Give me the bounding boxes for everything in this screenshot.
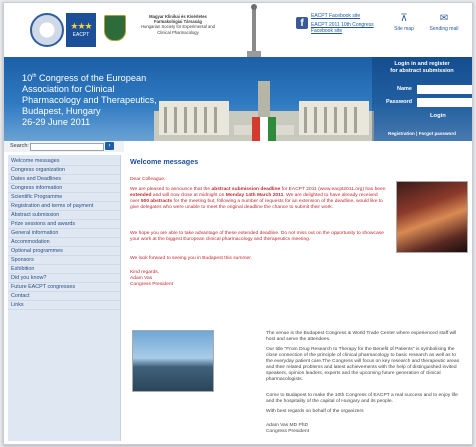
- shield-logo: [104, 15, 126, 41]
- society-logo[interactable]: [30, 13, 64, 47]
- p1-text: for EACPT 2011 (www.eacpt2011.org) has b…: [280, 187, 386, 192]
- sidebar-item-general[interactable]: General information: [8, 229, 120, 238]
- p1-extended: extended: [130, 193, 152, 198]
- p1-text: and will now close at midnight on: [151, 193, 226, 198]
- facebook-link-congress-2[interactable]: Facebook site: [311, 28, 374, 34]
- login-panel: Login in and register for abstract submi…: [372, 57, 472, 141]
- name-label: Name: [397, 86, 412, 92]
- sidebar-item-contact[interactable]: Contact: [8, 292, 120, 301]
- p1-date: Monday 14th March 2011: [225, 193, 284, 198]
- main-content: Welcome messages Dear Colleague, We are …: [126, 155, 469, 441]
- sidebar-item-information[interactable]: Congress information: [8, 184, 120, 193]
- search-input[interactable]: [30, 143, 104, 151]
- invitation-paragraph: Come to Budapest to make the 10th Congre…: [266, 393, 458, 404]
- title-line-5: 26-29 June 2011: [22, 117, 91, 128]
- society-line: Hungarian Society for Experimental and: [140, 24, 216, 30]
- concert-hall-photo: [396, 181, 468, 253]
- sitemap-icon: ⊼: [400, 13, 408, 24]
- sidebar-item-did-you-know[interactable]: Did you know?: [8, 274, 120, 283]
- title-rest: Congress of the European: [36, 73, 147, 84]
- title-paragraph: Our title "From Drug Research to Therapy…: [266, 347, 460, 382]
- heroes-square-image: [154, 81, 374, 141]
- sidebar-list: Welcome messages Congress organization D…: [8, 155, 120, 310]
- eacpt-logo-text: EACPT: [72, 32, 90, 38]
- top-header: ★★★ EACPT Magyar Klinikai és Kísérletes …: [4, 3, 472, 57]
- name-field[interactable]: [417, 85, 472, 94]
- greeting: Dear Colleague,: [130, 177, 166, 182]
- monument-image: [247, 4, 261, 57]
- president-title: Congress President: [266, 429, 309, 434]
- page-title: Welcome messages: [130, 157, 199, 166]
- eacpt-logo[interactable]: ★★★ EACPT: [66, 13, 96, 47]
- search-bar: Search: ›: [4, 141, 124, 152]
- login-button[interactable]: Login: [430, 113, 446, 119]
- sidebar-item-welcome[interactable]: Welcome messages: [8, 157, 120, 166]
- p1-deadline: abstract submission deadline: [211, 187, 281, 192]
- sending-mail-label: Sending mail: [429, 26, 459, 32]
- sidebar-item-prizes[interactable]: Prize sessions and awards: [8, 220, 120, 229]
- signature-line: Congress President: [130, 282, 173, 287]
- chain-bridge-photo: [132, 330, 214, 392]
- login-footer: Registration | Forgot password: [372, 131, 472, 136]
- facebook-links: EACPT Facebook site EACPT 2011 10th Cong…: [311, 13, 374, 34]
- title-line-4: Budapest, Hungary: [22, 106, 101, 117]
- president-signature: Adam Vas MD PhD Congress President: [266, 423, 464, 435]
- sidebar-item-registration[interactable]: Registration and terms of payment: [8, 202, 120, 211]
- regards-line: With best regards on behalf of the organ…: [266, 409, 364, 414]
- search-label: Search:: [10, 143, 29, 149]
- title-line-2: Association for Clinical: [22, 84, 115, 95]
- society-line: Clinical Pharmacology: [157, 29, 199, 35]
- sending-mail-link[interactable]: ✉ Sending mail: [424, 13, 464, 32]
- sidebar-nav: Welcome messages Congress organization D…: [8, 155, 121, 441]
- sidebar-item-links[interactable]: Links: [8, 301, 120, 310]
- forgot-password-link[interactable]: Forgot password: [419, 131, 456, 136]
- login-heading-2: for abstract submission: [390, 67, 454, 74]
- mail-icon: ✉: [439, 13, 449, 24]
- sidebar-item-accommodation[interactable]: Accommodation: [8, 238, 120, 247]
- registration-link[interactable]: Registration: [388, 131, 415, 136]
- society-name: Magyar Klinikai és Kísérletes Farmakológ…: [128, 14, 228, 35]
- facebook-link-eacpt[interactable]: EACPT Facebook site: [311, 13, 374, 19]
- sidebar-item-dates[interactable]: Dates and Deadlines: [8, 175, 120, 184]
- password-label: Password: [386, 99, 412, 105]
- sidebar-item-abstract[interactable]: Abstract submission: [8, 211, 120, 220]
- site-map-label: Site map: [394, 26, 414, 32]
- sidebar-item-exhibition[interactable]: Exhibition: [8, 265, 120, 274]
- sidebar-item-optional[interactable]: Optional programmes: [8, 247, 120, 256]
- search-button[interactable]: ›: [105, 142, 114, 150]
- browser-page: ★★★ EACPT Magyar Klinikai és Kísérletes …: [3, 2, 473, 445]
- sidebar-item-programme[interactable]: Scientific Programme: [8, 193, 120, 202]
- password-field[interactable]: [417, 98, 472, 107]
- p1-abstracts: 500 abstracts: [140, 199, 173, 204]
- lookforward-paragraph: We look forward to seeing you in Budapes…: [130, 256, 252, 261]
- stars-icon: ★★★: [70, 21, 92, 31]
- sidebar-item-organization[interactable]: Congress organization: [8, 166, 120, 175]
- sidebar-item-sponsors[interactable]: Sponsors: [8, 256, 120, 265]
- opportunity-paragraph: We hope you are able to take advantage o…: [130, 231, 384, 242]
- title-number: 10: [22, 73, 33, 84]
- title-line-1: 10th Congress of the European: [22, 71, 162, 84]
- signature: Kind regards, Adam Vas Congress Presiden…: [130, 270, 270, 288]
- search-icon: ›: [108, 143, 111, 149]
- p1-text: We are pleased to announce that the: [130, 187, 212, 192]
- sidebar-item-future[interactable]: Future EACPT congresses: [8, 283, 120, 292]
- title-line-3: Pharmacology and Therapeutics,: [22, 95, 157, 106]
- facebook-icon[interactable]: f: [296, 17, 308, 29]
- venue-paragraph: The venue is the Budapest Congress & Wor…: [266, 331, 457, 342]
- congress-title: 10th Congress of the European Associatio…: [22, 71, 162, 128]
- hero-banner: 10th Congress of the European Associatio…: [4, 57, 472, 141]
- site-map-link[interactable]: ⊼ Site map: [384, 13, 424, 32]
- login-heading: Login in and register for abstract submi…: [372, 61, 472, 74]
- announcement-paragraph: We are pleased to announce that the abst…: [130, 187, 388, 211]
